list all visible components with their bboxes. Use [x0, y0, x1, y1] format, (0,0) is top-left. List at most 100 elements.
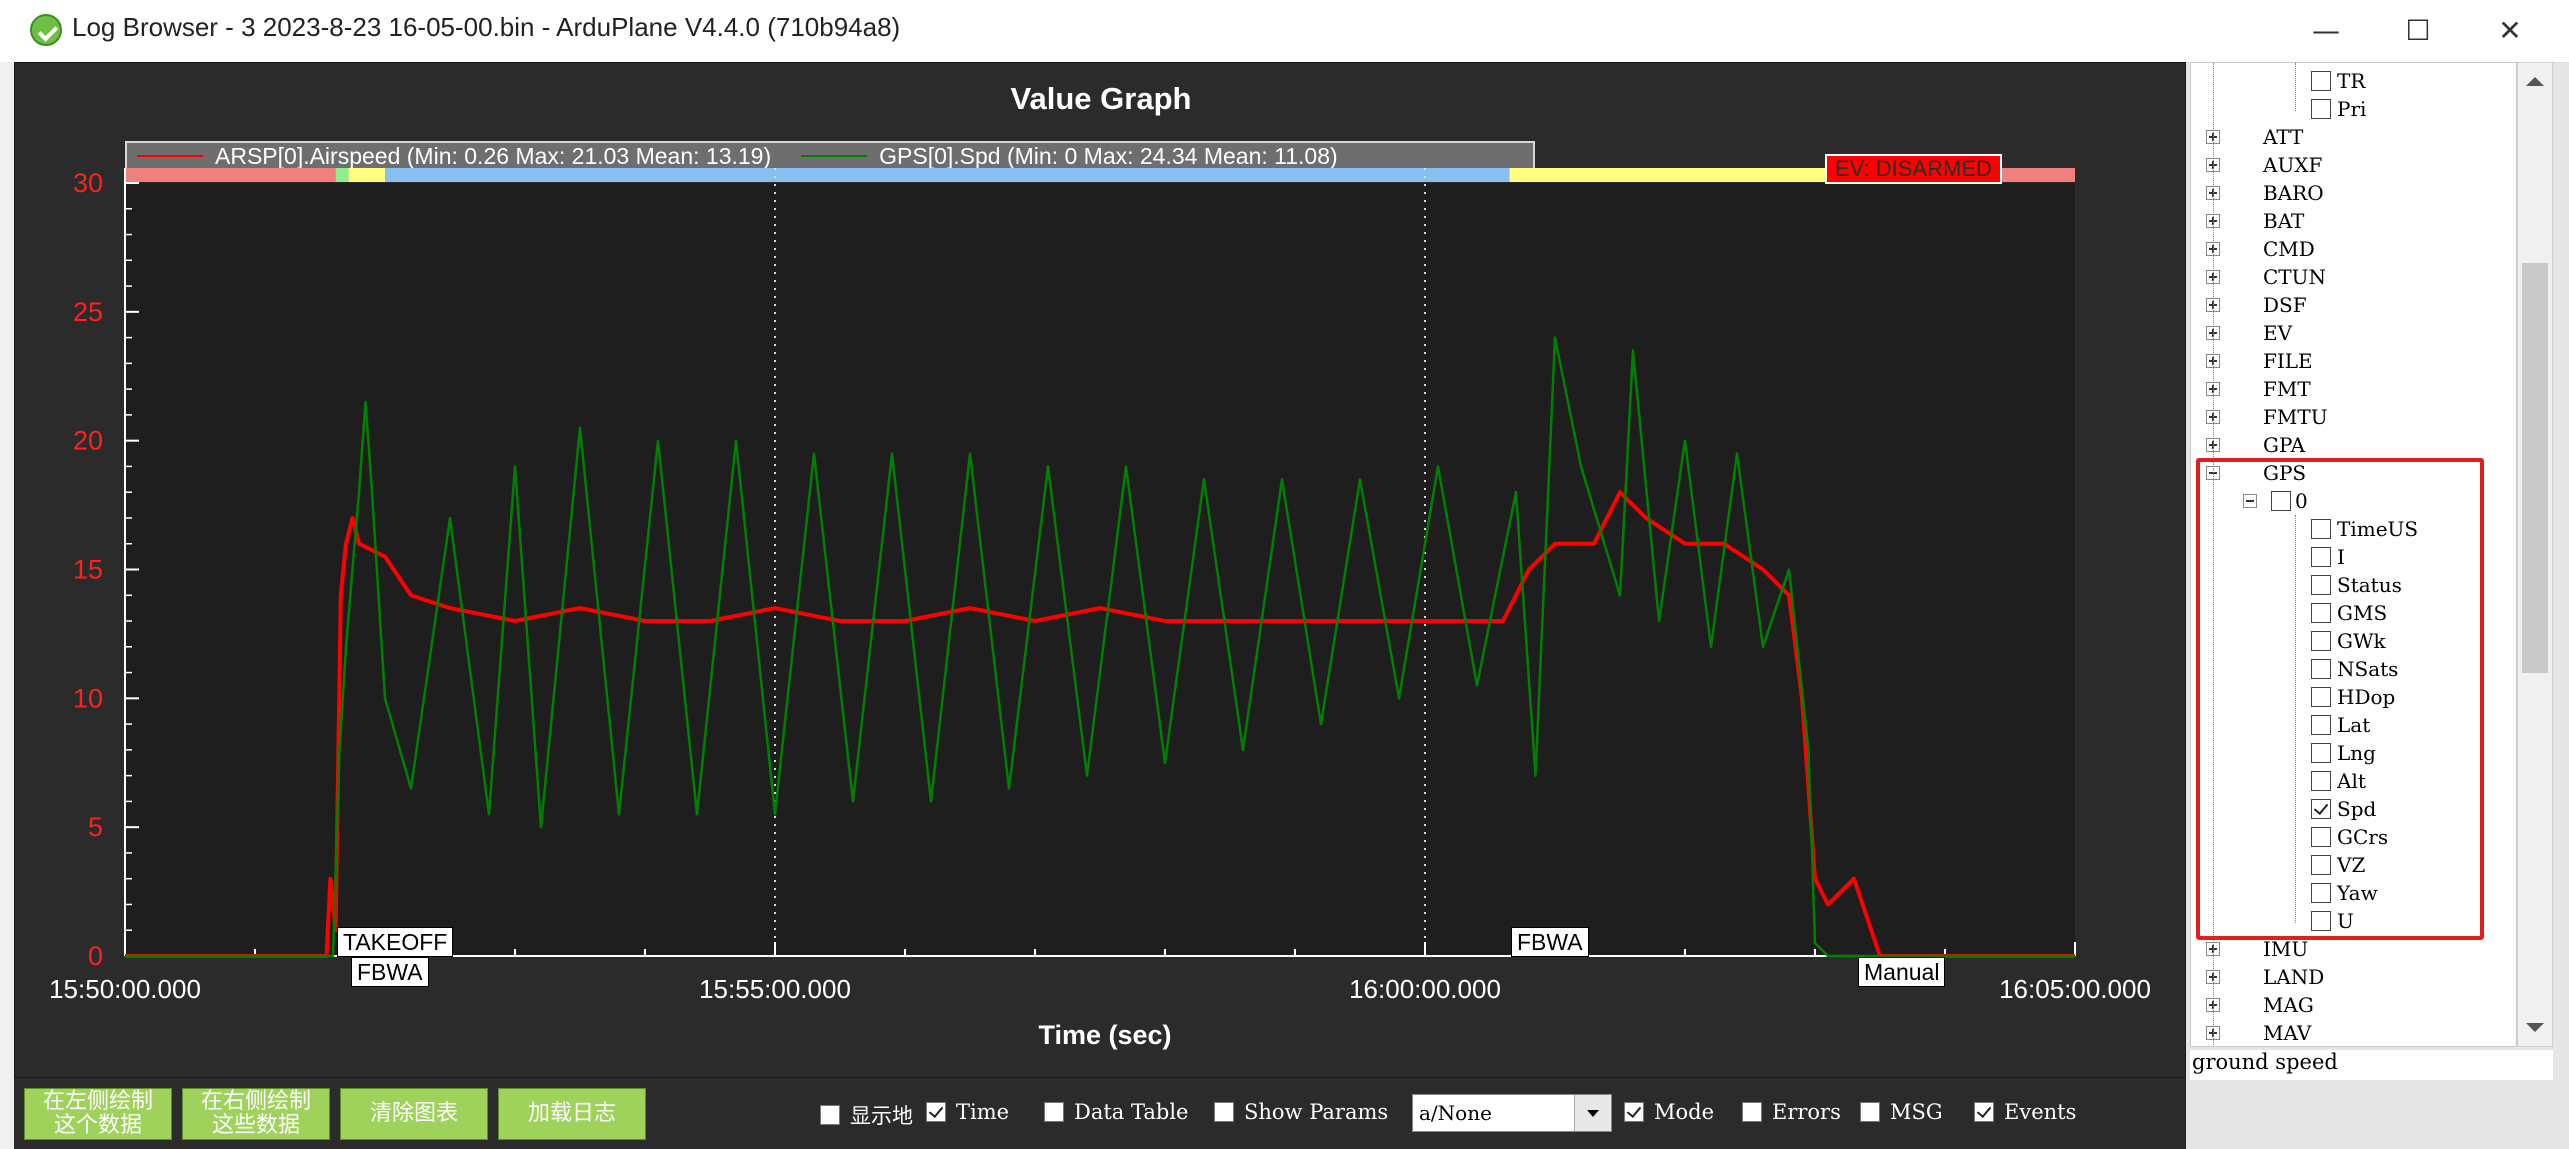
tree-check-field[interactable]	[2311, 547, 2331, 567]
log-message-tree[interactable]: TR Pri ATT AUXF BARO BAT CMD CTUN DSF EV FILE FMT FM…	[2190, 62, 2517, 1047]
tree-item-message[interactable]: CTUN	[2263, 265, 2326, 289]
tree-check-top[interactable]	[2311, 99, 2331, 119]
series-select-value: a/None	[1419, 1101, 1492, 1125]
tree-item-top: TR	[2337, 69, 2366, 93]
events-box[interactable]	[1974, 1102, 1994, 1122]
mode-bar-segment-2	[348, 168, 385, 182]
tree-item-message[interactable]: CMD	[2263, 237, 2315, 261]
plot-left-button-label: 在左侧绘制 这个数据	[42, 1089, 153, 1138]
tree-item-message[interactable]: FMTU	[2263, 405, 2328, 429]
tree-item-message[interactable]: AUXF	[2263, 153, 2322, 177]
clear-graph-button-label: 清除图表	[369, 1101, 458, 1126]
tree-collapse-icon[interactable]	[2243, 494, 2257, 508]
errors-box[interactable]	[1742, 1102, 1762, 1122]
tree-item-message[interactable]: LAND	[2263, 965, 2324, 989]
show-params-checkbox[interactable]: Show Params	[1214, 1100, 1388, 1124]
tree-check-field[interactable]	[2311, 771, 2331, 791]
plot-left-button[interactable]: 在左侧绘制 这个数据	[24, 1088, 172, 1140]
scroll-up-icon[interactable]	[2526, 77, 2544, 86]
tree-item-message[interactable]: MAG	[2263, 993, 2314, 1017]
tree-item-gps[interactable]: GPS	[2263, 461, 2306, 485]
data-table-label: Data Table	[1074, 1100, 1189, 1124]
show-map-label: 显示地	[850, 1104, 913, 1128]
time-label: Time	[956, 1100, 1010, 1124]
tree-item-message[interactable]: ATT	[2263, 125, 2303, 149]
tree-connector-fields	[2295, 515, 2296, 923]
tree-check-field[interactable]	[2311, 575, 2331, 595]
tree-item-field: GCrs	[2337, 825, 2389, 849]
tree-item-message[interactable]: FMT	[2263, 377, 2311, 401]
mode-checkbox[interactable]: Mode	[1624, 1100, 1714, 1124]
tree-check-field[interactable]	[2311, 855, 2331, 875]
tree-check-field[interactable]	[2311, 827, 2331, 847]
tree-check-field[interactable]	[2311, 799, 2331, 819]
data-table-box[interactable]	[1044, 1102, 1064, 1122]
tree-check-gps-instance[interactable]	[2271, 491, 2291, 511]
tree-check-field[interactable]	[2311, 687, 2331, 707]
plot-right-button-label: 在右侧绘制 这些数据	[200, 1089, 311, 1138]
plot-right-button[interactable]: 在右侧绘制 这些数据	[182, 1088, 330, 1140]
clear-graph-button[interactable]: 清除图表	[340, 1088, 488, 1140]
y-tick-label: 0	[88, 941, 103, 971]
close-button[interactable]: ✕	[2464, 0, 2556, 60]
tree-check-top[interactable]	[2311, 71, 2331, 91]
show-params-box[interactable]	[1214, 1102, 1234, 1122]
event-disarmed-label: EV: DISARMED	[1825, 154, 2002, 184]
tree-item-message[interactable]: EV	[2263, 321, 2292, 345]
plot-area	[125, 183, 2075, 956]
errors-checkbox[interactable]: Errors	[1742, 1100, 1841, 1124]
tree-connector-top	[2295, 63, 2296, 111]
x-tick-label: 16:00:00.000	[1349, 974, 1501, 1004]
y-tick-label: 20	[73, 426, 103, 456]
tree-check-field[interactable]	[2311, 631, 2331, 651]
chevron-down-icon[interactable]	[1574, 1095, 1611, 1131]
scroll-down-icon[interactable]	[2526, 1023, 2544, 1032]
left-edge-strip	[0, 62, 15, 1149]
tree-item-message[interactable]: GPA	[2263, 433, 2305, 457]
tree-check-field[interactable]	[2311, 911, 2331, 931]
tree-item-message[interactable]: MAV	[2263, 1021, 2311, 1045]
tree-item-field: GWk	[2337, 629, 2386, 653]
data-table-checkbox[interactable]: Data Table	[1044, 1100, 1188, 1124]
mode-label-fbwa-2: FBWA	[1511, 927, 1589, 957]
tree-item-message[interactable]: DSF	[2263, 293, 2307, 317]
tree-item-field: Status	[2337, 573, 2402, 597]
show-map-box[interactable]	[820, 1105, 840, 1125]
y-tick-label: 15	[73, 555, 103, 585]
minimize-button[interactable]: —	[2280, 0, 2372, 60]
scrollbar-thumb[interactable]	[2522, 263, 2548, 673]
value-graph-panel[interactable]: Value Graph ARSP[0].Airspeed (Min: 0.26 …	[14, 62, 2186, 1078]
tree-item-message[interactable]: BARO	[2263, 181, 2324, 205]
tree-check-field[interactable]	[2311, 659, 2331, 679]
tree-item-field: Lng	[2337, 741, 2376, 765]
show-map-checkbox[interactable]: 显示地	[820, 1100, 913, 1130]
tree-item-field: U	[2337, 909, 2354, 933]
tree-check-field[interactable]	[2311, 603, 2331, 623]
events-checkbox[interactable]: Events	[1974, 1100, 2076, 1124]
maximize-button[interactable]: ☐	[2372, 0, 2464, 60]
mode-bar-segment-0	[125, 168, 336, 182]
tree-check-field[interactable]	[2311, 519, 2331, 539]
mode-bar-segment-3	[385, 168, 1510, 182]
tree-check-field[interactable]	[2311, 883, 2331, 903]
tree-scrollbar[interactable]	[2517, 62, 2553, 1047]
tree-check-field[interactable]	[2311, 743, 2331, 763]
tree-check-field[interactable]	[2311, 715, 2331, 735]
tree-item-message[interactable]: BAT	[2263, 209, 2304, 233]
msg-box[interactable]	[1860, 1102, 1880, 1122]
load-log-button-label: 加载日志	[527, 1101, 616, 1126]
series-select[interactable]: a/None	[1412, 1094, 1612, 1132]
mode-box[interactable]	[1624, 1102, 1644, 1122]
mode-label-takeoff: TAKEOFF	[337, 927, 454, 957]
msg-checkbox[interactable]: MSG	[1860, 1100, 1943, 1124]
tree-item-message[interactable]: IMU	[2263, 937, 2308, 961]
tree-item-field: I	[2337, 545, 2345, 569]
load-log-button[interactable]: 加载日志	[498, 1088, 646, 1140]
tree-item-field: HDop	[2337, 685, 2396, 709]
time-box[interactable]	[926, 1102, 946, 1122]
show-params-label: Show Params	[1244, 1100, 1389, 1124]
tree-item-message[interactable]: FILE	[2263, 349, 2313, 373]
time-checkbox[interactable]: Time	[926, 1100, 1009, 1124]
mode-label-fbwa-1: FBWA	[351, 957, 429, 987]
tree-item-field: NSats	[2337, 657, 2399, 681]
